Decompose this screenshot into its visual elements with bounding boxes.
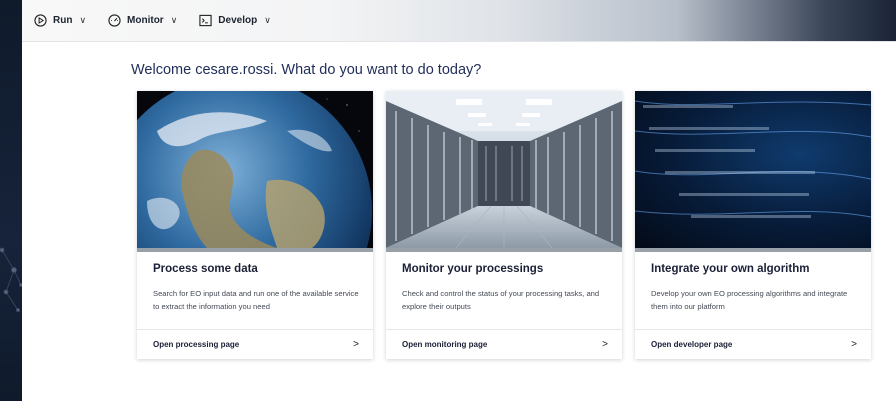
card-title: Integrate your own algorithm	[651, 263, 810, 275]
card-title: Monitor your processings	[402, 263, 544, 275]
card-description: Develop your own EO processing algorithm…	[651, 289, 848, 311]
welcome-heading: Welcome cesare.rossi. What do you want t…	[131, 62, 482, 78]
card-process-data: Process some data Search for EO input da…	[137, 91, 373, 359]
card-link-label: Open monitoring page	[402, 340, 488, 349]
chevron-down-icon: ∨	[79, 15, 87, 25]
chevron-right-icon: >	[851, 339, 857, 350]
card-description: Search for EO input data and run one of …	[153, 289, 359, 311]
earth-image	[137, 91, 373, 248]
chevron-down-icon: ∨	[264, 15, 271, 25]
action-cards: Process some data Search for EO input da…	[137, 91, 871, 359]
card-monitor-processings: Monitor your processings Check and contr…	[386, 91, 622, 359]
card-title: Process some data	[153, 263, 258, 275]
gauge-icon	[108, 14, 121, 27]
main-content: Run ∨ Monitor ∨ Develop ∨ Welcome cesare…	[22, 0, 896, 401]
nav-develop[interactable]: Develop ∨	[199, 14, 271, 27]
server-room-image	[386, 91, 622, 248]
code-image	[635, 91, 871, 248]
nav-run[interactable]: Run ∨	[34, 14, 86, 27]
open-developer-page-link[interactable]: Open developer page >	[651, 339, 857, 350]
nav-develop-label: Develop	[218, 15, 258, 26]
nav-run-label: Run	[53, 15, 73, 26]
card-divider	[137, 329, 373, 330]
top-navigation-bar: Run ∨ Monitor ∨ Develop ∨	[22, 0, 896, 42]
network-pattern-icon	[0, 247, 22, 313]
card-image-divider	[386, 248, 622, 252]
card-divider	[386, 329, 622, 330]
side-decoration	[0, 0, 22, 401]
open-monitoring-page-link[interactable]: Open monitoring page >	[402, 339, 608, 350]
card-link-label: Open processing page	[153, 340, 240, 349]
card-image-divider	[137, 248, 373, 252]
chevron-right-icon: >	[353, 339, 359, 350]
card-divider	[635, 329, 871, 330]
play-circle-icon	[34, 14, 47, 27]
chevron-right-icon: >	[602, 339, 608, 350]
nav-monitor[interactable]: Monitor ∨	[108, 14, 177, 27]
card-integrate-algorithm: Integrate your own algorithm Develop you…	[635, 91, 871, 359]
card-link-label: Open developer page	[651, 340, 733, 349]
chevron-down-icon: ∨	[170, 15, 178, 25]
terminal-icon	[199, 14, 212, 27]
card-description: Check and control the status of your pro…	[402, 289, 600, 311]
card-image-divider	[635, 248, 871, 252]
open-processing-page-link[interactable]: Open processing page >	[153, 339, 359, 350]
nav-monitor-label: Monitor	[127, 15, 164, 26]
